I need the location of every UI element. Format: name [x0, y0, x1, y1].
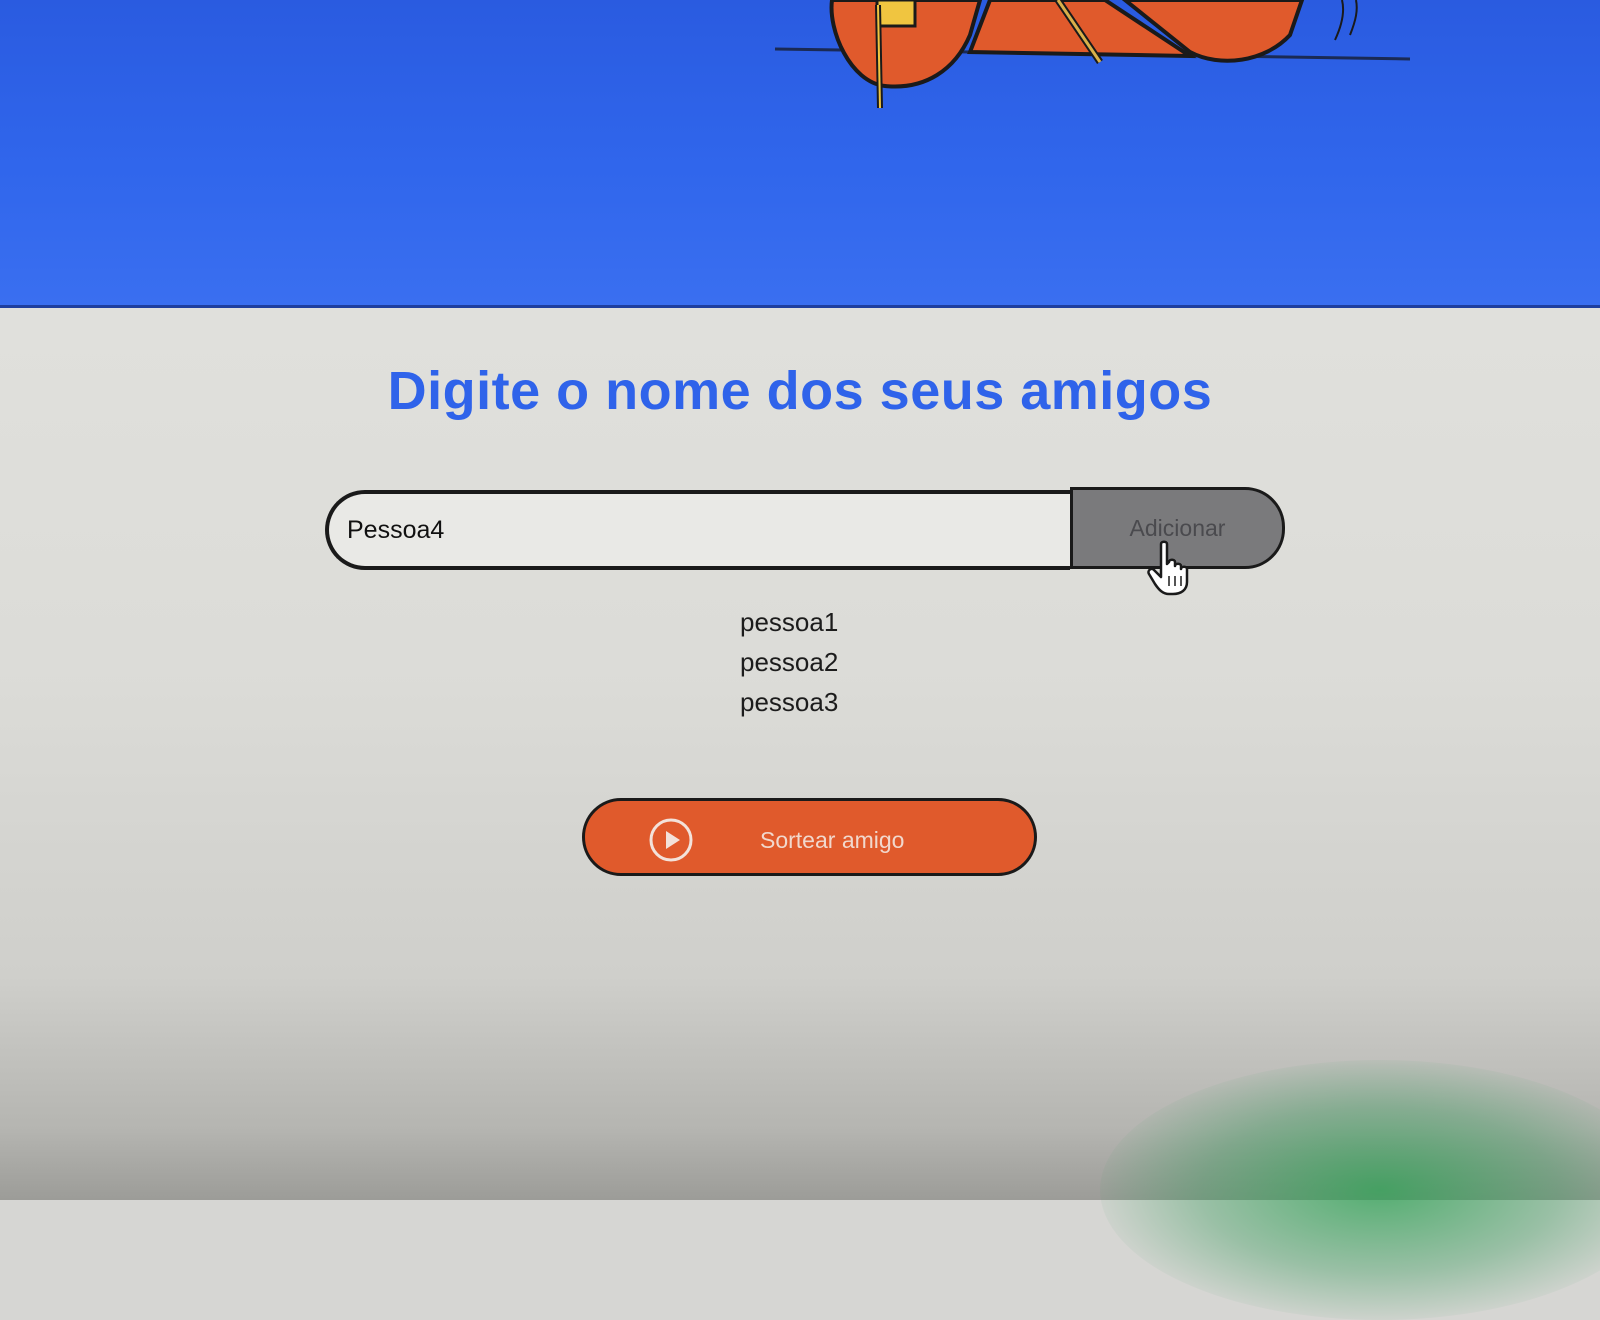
header-banner — [0, 0, 1600, 308]
name-input[interactable] — [329, 494, 1070, 566]
friend-list-item: pessoa1 — [740, 607, 839, 637]
friend-list-item: pessoa2 — [740, 647, 839, 677]
hand-cursor-icon — [1147, 540, 1189, 596]
screen-glare — [1100, 1060, 1600, 1320]
friend-list-item: pessoa3 — [740, 687, 839, 717]
draw-friend-button[interactable]: Sortear amigo — [582, 798, 1037, 876]
header-illustration — [774, 0, 1411, 109]
page-title: Digite o nome dos seus amigos — [387, 361, 1213, 421]
main-panel — [0, 308, 1600, 1320]
play-icon — [649, 818, 693, 862]
name-input-container — [325, 490, 1070, 570]
friend-list: pessoa1 pessoa2 pessoa3 — [740, 602, 838, 722]
draw-friend-label: Sortear amigo — [760, 827, 905, 853]
